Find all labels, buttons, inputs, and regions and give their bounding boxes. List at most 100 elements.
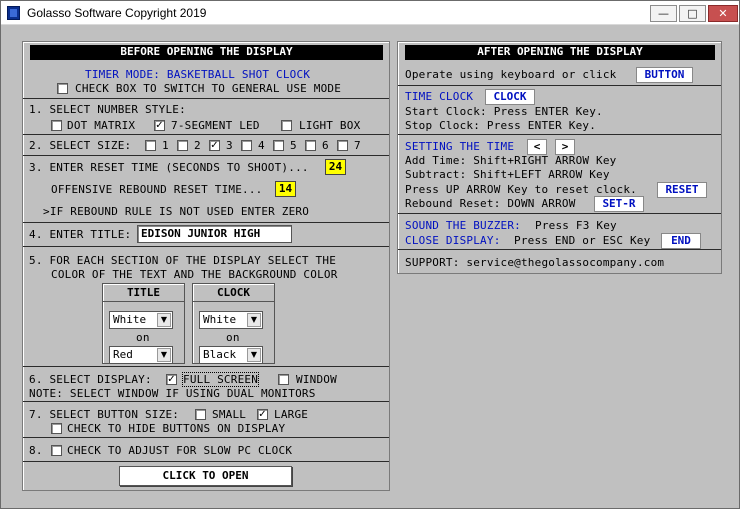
support-text: SUPPORT: service@thegolassocompany.com <box>405 256 665 269</box>
click-to-open-button[interactable]: CLICK TO OPEN <box>119 466 292 486</box>
size-4-checkbox[interactable] <box>241 140 252 151</box>
title-text-color-select[interactable]: White ▼ <box>109 311 173 329</box>
app-window: Golasso Software Copyright 2019 — □ ✕ BE… <box>0 0 740 509</box>
chevron-down-icon: ▼ <box>247 348 261 362</box>
size-label: 2. SELECT SIZE: <box>29 139 132 152</box>
rebound-reset-input[interactable]: 14 <box>275 181 296 197</box>
minimize-icon: — <box>658 7 669 20</box>
reset-clock-text: Press UP ARROW Key to reset clock. <box>405 183 637 196</box>
operate-text: Operate using keyboard or click <box>405 68 617 81</box>
dual-monitor-note: NOTE: SELECT WINDOW IF USING DUAL MONITO… <box>29 387 316 400</box>
clock-color-box: CLOCK White ▼ on Black ▼ <box>192 283 275 364</box>
maximize-icon: □ <box>687 7 698 20</box>
setting-time-section: SETTING THE TIME < > Add Time: Shift+RIG… <box>398 135 721 214</box>
size-6-checkbox[interactable] <box>305 140 316 151</box>
end-button[interactable]: END <box>661 233 701 249</box>
size-2-checkbox[interactable] <box>177 140 188 151</box>
clock-text-color-select[interactable]: White ▼ <box>199 311 263 329</box>
size-5-checkbox[interactable] <box>273 140 284 151</box>
add-time-text: Add Time: Shift+RIGHT ARROW Key <box>405 154 617 167</box>
title-input[interactable]: EDISON JUNIOR HIGH <box>137 225 292 243</box>
support-section: SUPPORT: service@thegolassocompany.com <box>398 250 721 274</box>
time-clock-section: TIME CLOCK CLOCK Start Clock: Press ENTE… <box>398 86 721 135</box>
time-clock-label: TIME CLOCK <box>405 90 474 103</box>
full-screen-checkbox[interactable]: ✓ <box>166 374 177 385</box>
number-style-section: 1. SELECT NUMBER STYLE: DOT MATRIX ✓ 7-S… <box>23 99 389 135</box>
title-text-color-value: White <box>113 313 147 326</box>
size-6-label: 6 <box>322 139 329 152</box>
clock-bg-color-select[interactable]: Black ▼ <box>199 346 263 364</box>
clock-text-color-value: White <box>203 313 237 326</box>
small-checkbox[interactable] <box>195 409 206 420</box>
title-section: 4. ENTER TITLE: EDISON JUNIOR HIGH <box>23 223 389 247</box>
reset-time-label: 3. ENTER RESET TIME (SECONDS TO SHOOT)..… <box>29 161 309 174</box>
title-color-box: TITLE White ▼ on Red ▼ <box>102 283 185 364</box>
chevron-down-icon: ▼ <box>247 313 261 327</box>
hide-buttons-checkbox[interactable] <box>51 423 62 434</box>
title-bg-color-value: Red <box>113 348 133 361</box>
slow-pc-number: 8. <box>29 444 43 457</box>
dot-matrix-label: DOT MATRIX <box>67 119 136 132</box>
window-label: WINDOW <box>296 373 337 386</box>
seven-segment-checkbox[interactable]: ✓ <box>154 120 165 131</box>
button-size-section: 7. SELECT BUTTON SIZE: SMALL ✓ LARGE CHE… <box>23 402 389 438</box>
size-1-checkbox[interactable] <box>145 140 156 151</box>
buzzer-text: Press F3 Key <box>535 219 617 232</box>
minimize-button[interactable]: — <box>650 5 677 22</box>
subtract-time-text: Subtract: Shift+LEFT ARROW Key <box>405 168 610 181</box>
size-3-label: 3 <box>226 139 233 152</box>
reset-time-input[interactable]: 24 <box>325 159 346 175</box>
setting-time-label: SETTING THE TIME <box>405 140 515 153</box>
window-checkbox[interactable] <box>278 374 289 385</box>
general-use-checkbox[interactable] <box>57 83 68 94</box>
button-demo[interactable]: BUTTON <box>636 67 693 83</box>
colors-line2: COLOR OF THE TEXT AND THE BACKGROUND COL… <box>51 268 338 281</box>
clock-color-header: CLOCK <box>193 284 274 302</box>
colors-section: 5. FOR EACH SECTION OF THE DISPLAY SELEC… <box>23 247 389 367</box>
title-on-label: on <box>136 331 150 344</box>
rebound-reset-text: Rebound Reset: DOWN ARROW <box>405 197 576 210</box>
rebound-reset-label: OFFENSIVE REBOUND RESET TIME... <box>51 183 263 196</box>
seven-segment-label: 7-SEGMENT LED <box>171 119 260 132</box>
chevron-down-icon: ▼ <box>157 348 171 362</box>
clock-button[interactable]: CLOCK <box>485 89 535 105</box>
small-label: SMALL <box>212 408 247 421</box>
title-bg-color-select[interactable]: Red ▼ <box>109 346 173 364</box>
buzzer-close-section: SOUND THE BUZZER: Press F3 Key CLOSE DIS… <box>398 214 721 250</box>
time-left-button[interactable]: < <box>527 139 547 155</box>
close-button[interactable]: ✕ <box>708 5 738 22</box>
set-r-button[interactable]: SET-R <box>594 196 644 212</box>
slow-pc-checkbox[interactable] <box>51 445 62 456</box>
display-section: 6. SELECT DISPLAY: ✓ FULL SCREEN WINDOW … <box>23 367 389 402</box>
close-display-text: Press END or ESC Key <box>514 234 651 247</box>
title-bar[interactable]: Golasso Software Copyright 2019 — □ ✕ <box>1 1 739 25</box>
before-panel: BEFORE OPENING THE DISPLAY TIMER MODE: B… <box>22 41 390 491</box>
time-right-button[interactable]: > <box>555 139 575 155</box>
full-screen-label: FULL SCREEN <box>181 372 260 387</box>
close-display-label: CLOSE DISPLAY: <box>405 234 501 247</box>
start-clock-text: Start Clock: Press ENTER Key. <box>405 105 603 118</box>
colors-line1: 5. FOR EACH SECTION OF THE DISPLAY SELEC… <box>29 254 337 267</box>
large-label: LARGE <box>274 408 309 421</box>
maximize-button[interactable]: □ <box>679 5 706 22</box>
size-3-checkbox[interactable]: ✓ <box>209 140 220 151</box>
size-4-label: 4 <box>258 139 265 152</box>
slow-pc-label: CHECK TO ADJUST FOR SLOW PC CLOCK <box>67 444 293 457</box>
light-box-checkbox[interactable] <box>281 120 292 131</box>
window-title: Golasso Software Copyright 2019 <box>27 6 207 20</box>
title-color-header: TITLE <box>103 284 184 302</box>
general-use-label: CHECK BOX TO SWITCH TO GENERAL USE MODE <box>75 82 342 95</box>
close-icon: ✕ <box>718 7 728 20</box>
large-checkbox[interactable]: ✓ <box>257 409 268 420</box>
clock-on-label: on <box>226 331 240 344</box>
slow-pc-section: 8. CHECK TO ADJUST FOR SLOW PC CLOCK <box>23 438 389 462</box>
hide-buttons-label: CHECK TO HIDE BUTTONS ON DISPLAY <box>67 422 286 435</box>
button-size-label: 7. SELECT BUTTON SIZE: <box>29 408 180 421</box>
operate-section: Operate using keyboard or click BUTTON <box>398 42 721 86</box>
size-section: 2. SELECT SIZE: 1 2 ✓ 3 4 5 6 7 <box>23 135 389 156</box>
dot-matrix-checkbox[interactable] <box>51 120 62 131</box>
size-7-checkbox[interactable] <box>337 140 348 151</box>
number-style-label: 1. SELECT NUMBER STYLE: <box>29 103 186 116</box>
reset-button[interactable]: RESET <box>657 182 707 198</box>
size-5-label: 5 <box>290 139 297 152</box>
